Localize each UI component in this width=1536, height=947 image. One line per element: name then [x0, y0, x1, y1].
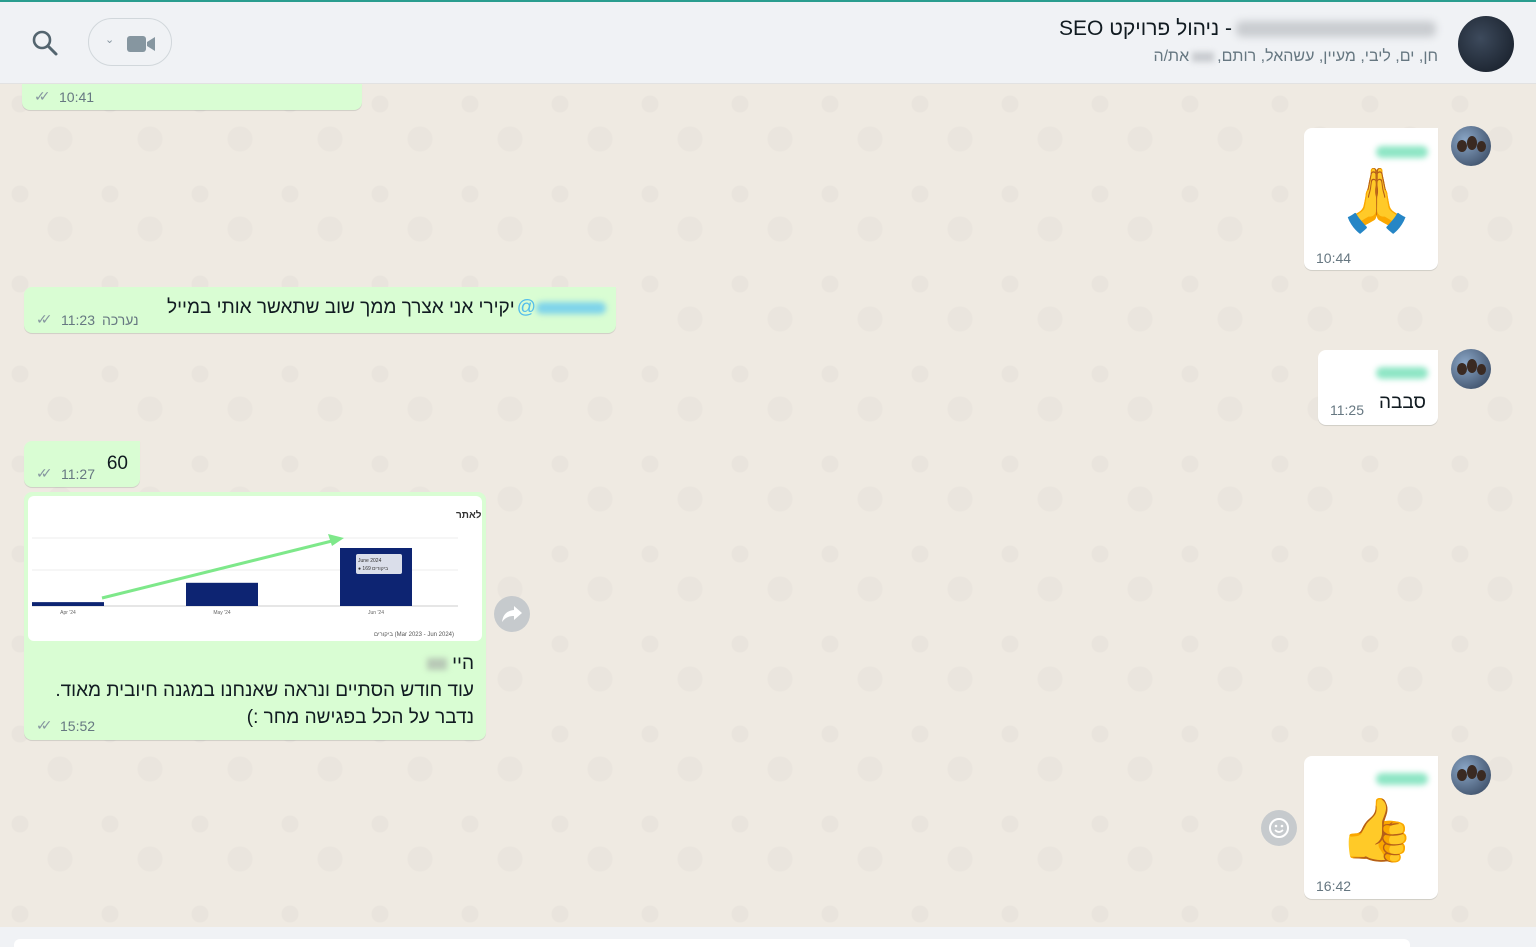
mention-name	[536, 302, 606, 314]
chart-footer: ביקורים (Mar 2023 - Jun 2024)	[374, 632, 454, 638]
double-check-icon: ✓✓	[36, 311, 52, 327]
forward-button[interactable]	[494, 596, 530, 632]
double-check-icon: ✓✓	[36, 717, 52, 733]
group-members: חן, ים, ליבי, מעיין, עשהאל, רותם,את/ה	[1153, 48, 1438, 65]
chart-bar	[186, 582, 258, 606]
message-incoming[interactable]: 🙏 10:44	[1304, 128, 1438, 270]
chart-bar	[32, 602, 104, 606]
chevron-down-icon: ⌄	[105, 34, 115, 46]
sender-name	[1376, 146, 1428, 158]
message-incoming[interactable]: 👍 16:42	[1304, 756, 1438, 899]
trend-arrowhead	[328, 534, 344, 546]
x-tick-label: Apr '24	[60, 610, 76, 616]
sender-avatar[interactable]	[1451, 755, 1491, 795]
double-check-icon: ✓✓	[34, 88, 50, 104]
message-input-edge[interactable]	[14, 939, 1410, 947]
message-incoming[interactable]: סבבה 11:25	[1318, 350, 1438, 425]
message-outgoing[interactable]: 60 ✓✓ 11:27	[24, 441, 140, 487]
message-outgoing[interactable]: @ יקירי אני אצרך ממך שוב שתאשר אותי במיי…	[24, 287, 616, 333]
bar-chart: תנועה אורגנית (כלבד) לאתר Apr '24 May '24…	[32, 509, 482, 638]
search-button[interactable]	[30, 28, 60, 58]
message-outgoing[interactable]: ✓✓ 10:41	[22, 84, 362, 110]
smiley-icon	[1269, 818, 1289, 838]
message-outgoing-image[interactable]: תנועה אורגנית (כלבד) לאתר Apr '24 May '24…	[24, 492, 486, 740]
thumbs-up-emoji: 👍	[1338, 796, 1416, 865]
search-icon	[32, 30, 58, 56]
chat-header: ⌄ - ניהול פרויקט SEO חן, ים, ליבי, מעיין…	[0, 2, 1536, 84]
x-tick-label: May '24	[213, 610, 231, 616]
react-button[interactable]	[1261, 810, 1297, 846]
blurred-name	[1236, 21, 1436, 38]
sender-name	[1376, 773, 1428, 785]
sender-avatar[interactable]	[1451, 349, 1491, 389]
video-camera-icon	[127, 36, 155, 52]
chat-area[interactable]: ✓✓ 10:41 🙏 10:44 @ יקירי אני אצרך ממך שו…	[0, 84, 1536, 927]
group-avatar[interactable]	[1458, 16, 1514, 72]
sender-avatar[interactable]	[1451, 126, 1491, 166]
double-check-icon: ✓✓	[36, 465, 52, 481]
x-tick-label: Jun '24	[368, 610, 384, 616]
group-title[interactable]: - ניהול פרויקט SEO	[1059, 17, 1436, 41]
tooltip-date: June 2024	[358, 558, 382, 564]
composer-area	[0, 927, 1536, 947]
chart-image[interactable]: תנועה אורגנית (כלבד) לאתר Apr '24 May '24…	[28, 496, 482, 641]
video-call-button[interactable]: ⌄	[88, 18, 172, 66]
tooltip-value: ● 169 ביקורים	[358, 566, 388, 572]
blurred-name	[426, 657, 447, 670]
blurred-name	[1192, 51, 1215, 62]
sender-name	[1376, 367, 1428, 379]
chart-title: תנועה אורגנית (כלבד) לאתר	[456, 509, 482, 521]
prayer-emoji: 🙏	[1338, 166, 1416, 235]
forward-icon	[502, 606, 522, 622]
